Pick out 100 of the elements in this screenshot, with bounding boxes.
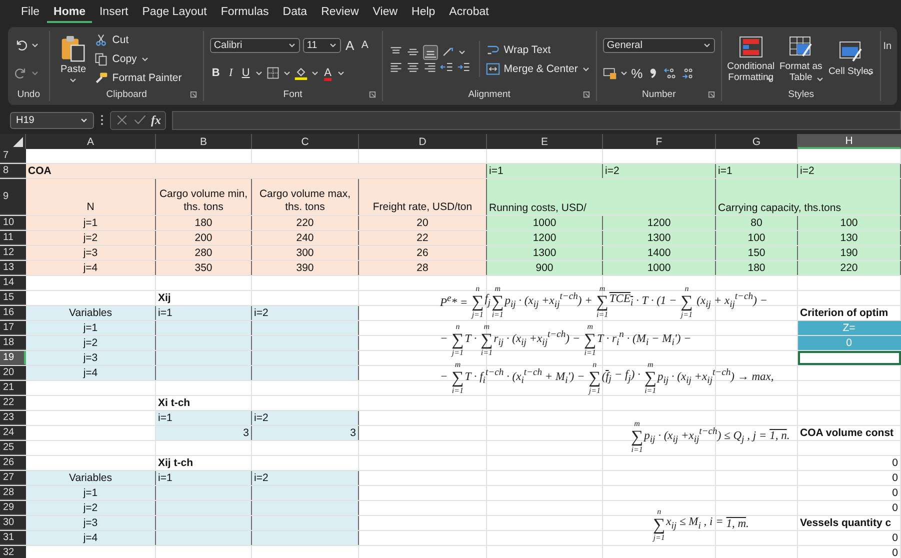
row-header[interactable]: 7: [0, 149, 26, 163]
format-painter-button[interactable]: Format Painter: [94, 70, 182, 86]
caret-icon[interactable]: [282, 69, 291, 78]
row-header[interactable]: 26: [0, 456, 26, 470]
undo-icon[interactable]: [14, 38, 28, 52]
redo-icon[interactable]: [14, 66, 28, 80]
column-header[interactable]: B: [156, 134, 252, 149]
row-header[interactable]: 8: [0, 164, 26, 178]
launcher-icon[interactable]: [582, 90, 590, 98]
row-header[interactable]: 24: [0, 426, 26, 440]
caret-icon[interactable]: [31, 69, 39, 77]
row-header[interactable]: 14: [0, 276, 26, 290]
caret-icon[interactable]: [254, 69, 263, 78]
font-size-field[interactable]: 11: [302, 38, 341, 53]
row-header[interactable]: 27: [0, 471, 26, 485]
shrink-font-button[interactable]: A: [358, 39, 371, 52]
row-header[interactable]: 11: [0, 231, 26, 245]
column-header[interactable]: D: [359, 134, 487, 149]
italic-button[interactable]: I: [224, 67, 237, 80]
group-label: Number: [642, 88, 676, 100]
row-header[interactable]: 18: [0, 336, 26, 350]
styles-button[interactable]: Cell Styles: [828, 41, 874, 77]
caret-icon[interactable]: [458, 48, 466, 56]
table-cell: 200: [156, 231, 252, 245]
paste-button[interactable]: Paste: [56, 34, 90, 84]
menu-tab[interactable]: Review: [314, 2, 366, 23]
table-cell: j=4: [26, 261, 156, 275]
menu-tab[interactable]: Acrobat: [442, 2, 496, 23]
column-header[interactable]: H: [798, 134, 901, 149]
caret-icon[interactable]: [31, 41, 39, 49]
table-cell: i=2: [252, 471, 359, 485]
row-header[interactable]: 12: [0, 246, 26, 260]
cut-button[interactable]: Cut: [94, 32, 182, 48]
column-header[interactable]: C: [252, 134, 359, 149]
table-cell: 1000: [487, 216, 603, 230]
table-cell: Criterion of optim: [798, 306, 901, 320]
menu-tab[interactable]: Data: [276, 2, 314, 23]
fill-color-icon[interactable]: [294, 66, 308, 80]
underline-button[interactable]: U: [240, 67, 252, 80]
font-color-button[interactable]: A: [322, 67, 334, 80]
row-header[interactable]: 19: [0, 351, 26, 365]
column-header[interactable]: F: [603, 134, 716, 149]
align-bottom-icon[interactable]: [422, 44, 438, 60]
row-header[interactable]: 29: [0, 501, 26, 515]
selected-cell[interactable]: [798, 351, 901, 365]
column-header[interactable]: E: [487, 134, 603, 149]
row-header[interactable]: 22: [0, 396, 26, 410]
launcher-icon[interactable]: [708, 90, 715, 98]
increase-decimal-icon[interactable]: [662, 66, 677, 80]
name-box[interactable]: H19: [10, 112, 94, 128]
row-header[interactable]: 9: [0, 179, 26, 215]
decrease-decimal-icon[interactable]: [680, 66, 694, 80]
check-icon[interactable]: [133, 113, 147, 127]
styles-button[interactable]: Format as Table: [778, 36, 824, 82]
insert-button[interactable]: In: [883, 41, 895, 52]
row-header[interactable]: 21: [0, 381, 26, 395]
menu-tab[interactable]: Formulas: [214, 2, 276, 23]
copy-button[interactable]: Copy: [94, 50, 182, 68]
row-header[interactable]: 32: [0, 546, 26, 558]
menu-tab[interactable]: Page Layout: [135, 2, 214, 23]
menu-tab[interactable]: File: [14, 2, 47, 23]
select-all-icon[interactable]: [13, 137, 23, 147]
menu-tab[interactable]: Home: [46, 2, 92, 23]
grow-font-button[interactable]: A: [344, 38, 356, 53]
launcher-icon[interactable]: [368, 90, 376, 98]
bold-button[interactable]: B: [210, 67, 222, 80]
row-header[interactable]: 13: [0, 261, 26, 275]
number-format-field[interactable]: General: [602, 38, 715, 52]
row-header[interactable]: 20: [0, 366, 26, 380]
column-header[interactable]: A: [26, 134, 156, 149]
caret-icon: [816, 74, 824, 82]
caret-icon[interactable]: [336, 69, 345, 78]
formula-input[interactable]: [172, 110, 901, 130]
font-family-field[interactable]: Calibri: [210, 38, 300, 53]
caret-icon[interactable]: [620, 69, 628, 77]
styles-button[interactable]: Conditional Formatting: [728, 36, 774, 82]
merge-center-button[interactable]: Merge & Center: [486, 60, 590, 77]
accounting-icon[interactable]: [602, 66, 617, 80]
row-header[interactable]: 25: [0, 441, 26, 455]
launcher-icon[interactable]: [190, 90, 197, 98]
row-header[interactable]: 28: [0, 486, 26, 500]
more-icon[interactable]: [100, 114, 104, 126]
row-header[interactable]: 15: [0, 291, 26, 305]
caret-icon[interactable]: [310, 69, 319, 78]
percent-button[interactable]: %: [630, 66, 643, 80]
table-cell: 100: [716, 231, 798, 245]
borders-icon[interactable]: [266, 66, 280, 80]
row-header[interactable]: 30: [0, 516, 26, 530]
table-cell: j=4: [26, 366, 156, 380]
row-header[interactable]: 23: [0, 411, 26, 425]
row-header[interactable]: 17: [0, 321, 26, 335]
insert-function-button[interactable]: fx: [151, 112, 161, 128]
row-header[interactable]: 31: [0, 531, 26, 545]
menu-tab[interactable]: View: [366, 2, 405, 23]
row-header[interactable]: 10: [0, 216, 26, 230]
wrap-text-button[interactable]: Wrap Text: [486, 41, 590, 58]
menu-tab[interactable]: Insert: [92, 2, 136, 23]
close-icon[interactable]: [115, 113, 129, 127]
row-header[interactable]: 16: [0, 306, 26, 320]
menu-tab[interactable]: Help: [404, 2, 442, 23]
